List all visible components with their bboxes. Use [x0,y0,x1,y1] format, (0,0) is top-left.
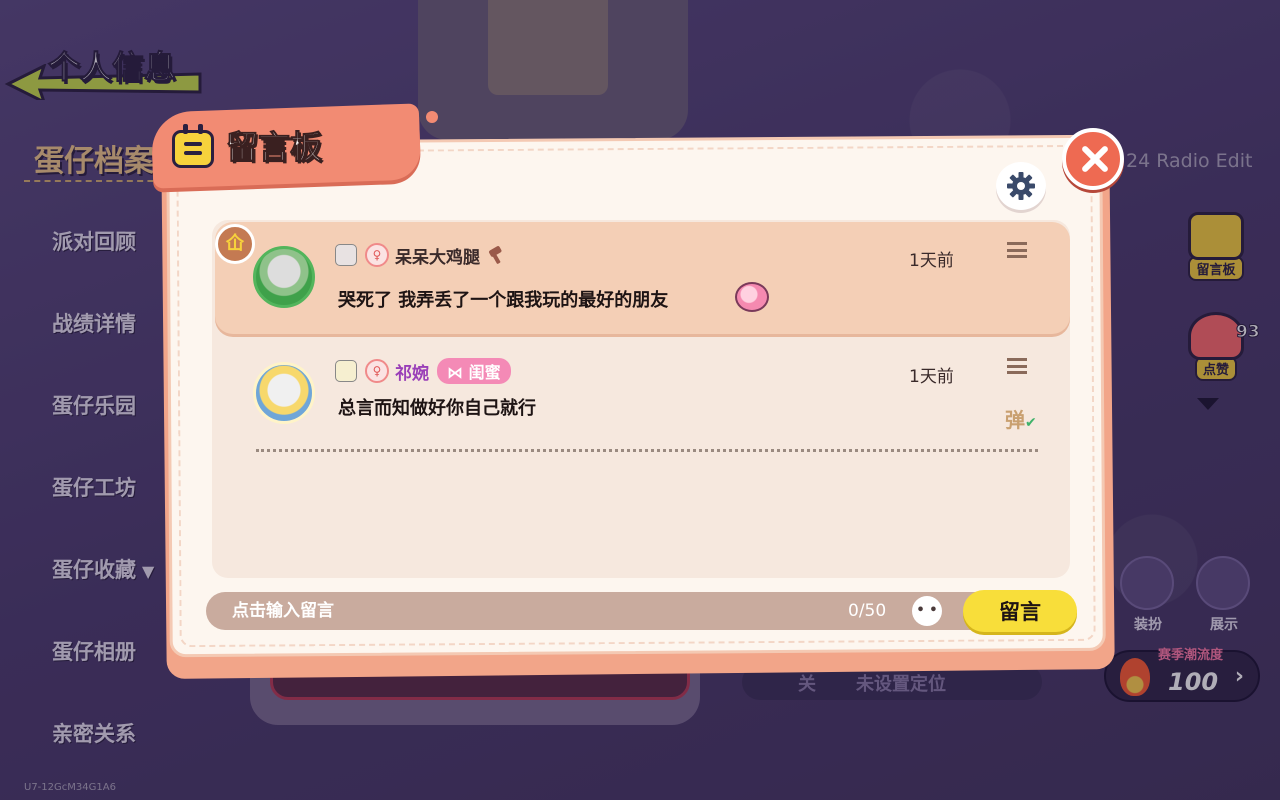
danmu-label: 弹 [1005,408,1025,432]
bow-icon: ⋈ [447,363,469,382]
calendar-line [184,142,202,146]
send-button[interactable]: 留言 [963,590,1077,632]
avatar[interactable] [253,246,315,308]
username[interactable]: 祁婉 [395,359,429,384]
username[interactable]: 呆呆大鸡腿 [395,243,480,268]
char-counter: 0/50 [848,601,887,621]
pinned-badge-icon: 仚 [215,224,255,264]
hammer-icon [489,246,502,264]
more-menu-icon[interactable] [1007,358,1027,374]
close-button[interactable] [1062,128,1124,190]
emoji-button[interactable]: • • [912,596,942,626]
dialog-title: 留言板 [225,128,323,167]
message-content: 总言而知做好你自己就行 [338,398,536,419]
calendar-icon [172,124,214,168]
message-item[interactable]: 仚 ♀ 呆呆大鸡腿 1天前 哭死了 我弄丢了一个跟我玩的最好的朋友 [215,222,1070,334]
message-content: 哭死了 我弄丢了一个跟我玩的最好的朋友 [338,290,669,311]
gear-icon [1007,172,1035,200]
check-icon: ✔ [1025,415,1037,431]
list-divider [256,449,1038,452]
gender-icon: ♀ [365,359,389,383]
message-input[interactable] [206,592,896,630]
relationship-tag: ⋈ 闺蜜 [437,358,511,384]
message-meta: ♀ 祁婉 ⋈ 闺蜜 [335,356,511,386]
more-menu-icon[interactable] [1007,242,1027,258]
sticker-icon [735,282,769,312]
danmu-button[interactable]: 弹✔ [1005,404,1037,433]
relationship-tag-label: 闺蜜 [468,363,501,382]
cake-icon [335,360,357,382]
calendar-line [184,151,202,155]
message-meta: ♀ 呆呆大鸡腿 [335,240,506,270]
emoji-icon: • • [916,603,938,618]
message-time: 1天前 [909,367,954,387]
message-item[interactable]: ♀ 祁婉 ⋈ 闺蜜 1天前 总言而知做好你自己就行 弹✔ [215,338,1070,450]
avatar[interactable] [253,362,315,424]
title-tab-dot [426,111,438,123]
message-time: 1天前 [909,251,954,271]
gender-icon: ♀ [365,243,389,267]
settings-button[interactable] [996,162,1046,210]
cat-icon [335,244,357,266]
